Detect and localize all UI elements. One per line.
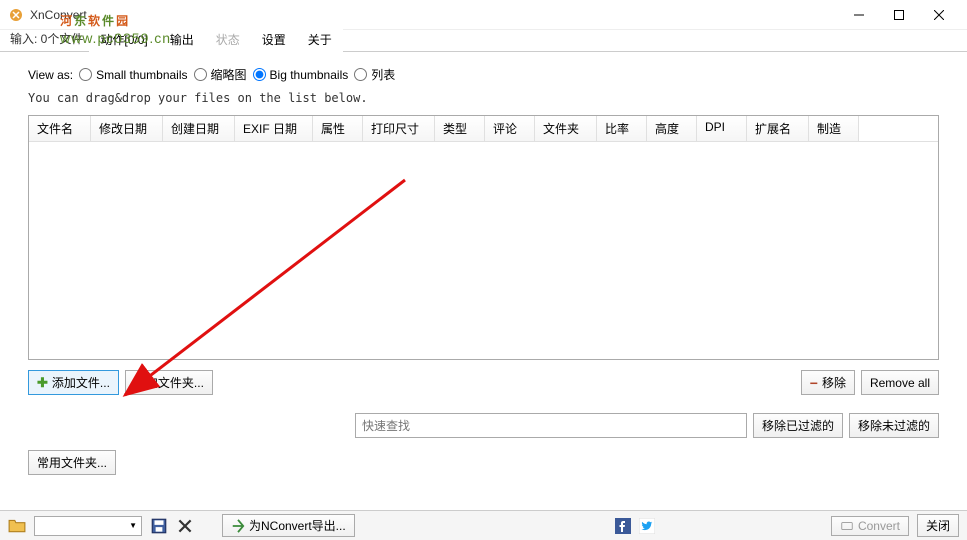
remove-filtered-button[interactable]: 移除已过滤的	[753, 413, 843, 438]
col-comment[interactable]: 评论	[485, 116, 535, 141]
input-tab-label: 输入: 0个文件	[4, 26, 89, 51]
minimize-button[interactable]	[839, 1, 879, 29]
preset-dropdown[interactable]: ▼	[34, 516, 142, 536]
radio-list[interactable]: 列表	[354, 66, 395, 83]
radio-small-thumbnails[interactable]: Small thumbnails	[79, 68, 187, 82]
remove-unfiltered-button[interactable]: 移除未过滤的	[849, 413, 939, 438]
tab-status[interactable]: 状态	[205, 26, 251, 52]
col-dpi[interactable]: DPI	[697, 116, 747, 141]
remove-all-button[interactable]: Remove all	[861, 370, 939, 395]
col-print-size[interactable]: 打印尺寸	[363, 116, 435, 141]
common-folder-button[interactable]: 常用文件夹...	[28, 450, 116, 475]
tab-about[interactable]: 关于	[297, 26, 343, 52]
col-attributes[interactable]: 属性	[313, 116, 363, 141]
close-app-button[interactable]: 关闭	[917, 514, 959, 537]
tab-settings[interactable]: 设置	[251, 26, 297, 52]
col-height[interactable]: 高度	[647, 116, 697, 141]
col-type[interactable]: 类型	[435, 116, 485, 141]
quick-search-input[interactable]	[355, 413, 747, 438]
save-icon[interactable]	[150, 517, 168, 535]
remove-button[interactable]: −移除	[801, 370, 855, 395]
minus-icon: −	[810, 378, 818, 388]
view-as-label: View as:	[28, 68, 73, 82]
convert-button[interactable]: Convert	[831, 516, 909, 536]
plus-icon: ✚	[37, 375, 48, 391]
col-folder[interactable]: 文件夹	[535, 116, 597, 141]
col-modified[interactable]: 修改日期	[91, 116, 163, 141]
col-filename[interactable]: 文件名	[29, 116, 91, 141]
tab-output[interactable]: 输出	[159, 26, 205, 52]
col-maker[interactable]: 制造	[809, 116, 859, 141]
file-table[interactable]: 文件名 修改日期 创建日期 EXIF 日期 属性 打印尺寸 类型 评论 文件夹 …	[28, 115, 939, 360]
add-file-button[interactable]: ✚添加文件...	[28, 370, 119, 395]
app-icon	[8, 7, 24, 23]
radio-medium-thumbnails[interactable]: 缩略图	[194, 66, 247, 83]
delete-icon[interactable]	[176, 517, 194, 535]
nconvert-export-button[interactable]: 为NConvert导出...	[222, 514, 355, 537]
dragdrop-hint: You can drag&drop your files on the list…	[28, 91, 939, 105]
twitter-icon[interactable]	[639, 518, 655, 534]
radio-big-thumbnails[interactable]: Big thumbnails	[253, 68, 349, 82]
window-title: XnConvert	[30, 8, 839, 22]
chevron-down-icon: ▼	[129, 521, 137, 530]
col-ratio[interactable]: 比率	[597, 116, 647, 141]
col-ext[interactable]: 扩展名	[747, 116, 809, 141]
close-button[interactable]	[919, 1, 959, 29]
tab-actions[interactable]: 动作[0/0]	[89, 26, 158, 52]
maximize-button[interactable]	[879, 1, 919, 29]
add-folder-button[interactable]: 添加文件夹...	[125, 370, 213, 395]
col-created[interactable]: 创建日期	[163, 116, 235, 141]
col-exif-date[interactable]: EXIF 日期	[235, 116, 313, 141]
facebook-icon[interactable]	[615, 518, 631, 534]
open-folder-icon[interactable]	[8, 517, 26, 535]
